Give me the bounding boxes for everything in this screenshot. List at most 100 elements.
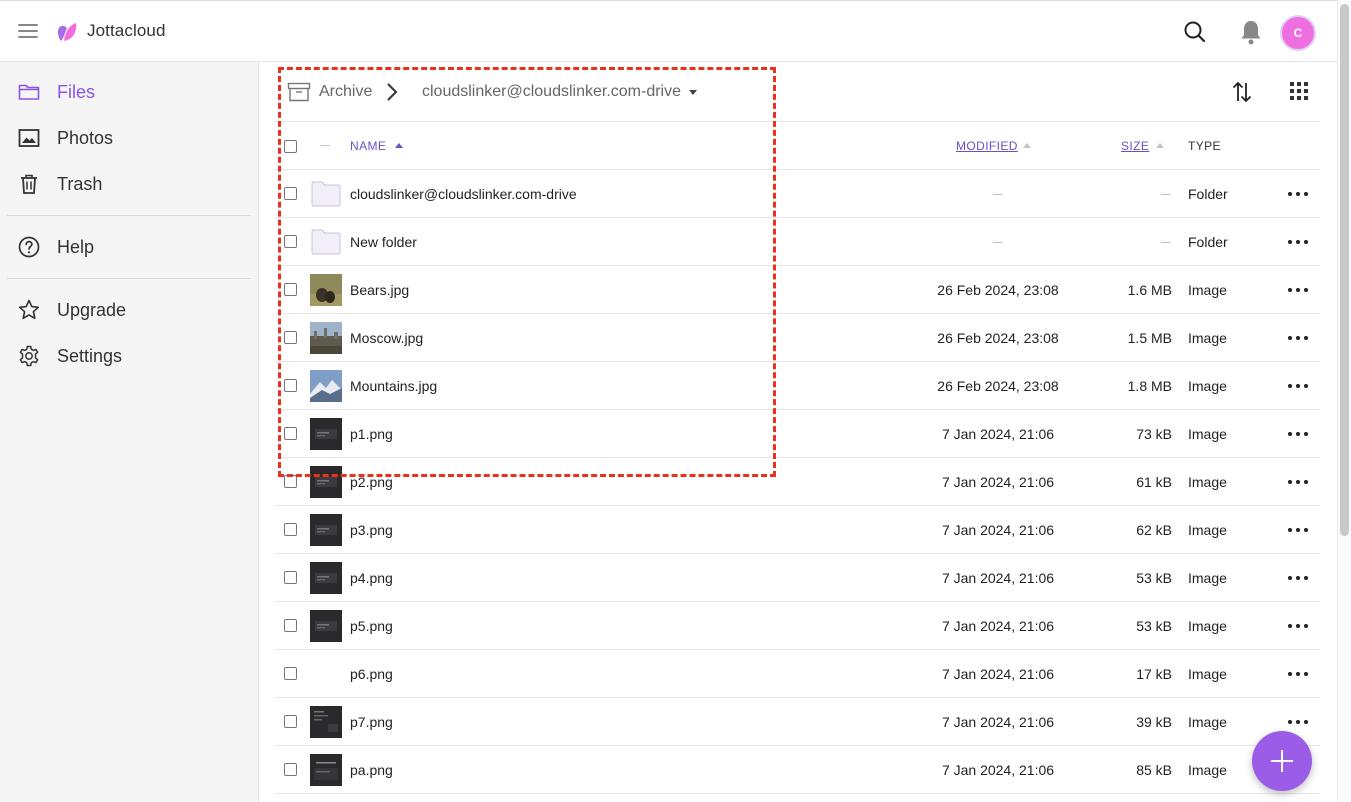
row-checkbox[interactable] [284,667,297,680]
file-type: Image [1188,426,1227,442]
row-checkbox[interactable] [284,331,297,344]
row-checkbox[interactable] [284,235,297,248]
more-options-icon[interactable] [1287,234,1309,250]
table-row[interactable]: cloudslinker@cloudslinker.com-drive Fold… [275,170,1320,218]
more-options-icon[interactable] [1287,714,1309,730]
more-options-icon[interactable] [1287,186,1309,202]
sort-icon[interactable] [1230,80,1254,104]
more-options-icon[interactable] [1287,282,1309,298]
table-row[interactable]: p5.png 7 Jan 2024, 21:06 53 kB Image [275,602,1320,650]
sidebar: Files Photos Trash Help Upgrade Settings [0,62,259,802]
row-checkbox[interactable] [284,379,297,392]
archive-icon [287,82,311,102]
table-row[interactable]: p1.png 7 Jan 2024, 21:06 73 kB Image [275,410,1320,458]
grid-view-icon[interactable] [1290,82,1310,102]
row-checkbox[interactable] [284,619,297,632]
size-empty [1161,242,1170,243]
sidebar-item-photos[interactable]: Photos [0,118,259,158]
table-row[interactable]: p6.png 7 Jan 2024, 21:06 17 kB Image [275,650,1320,698]
file-type: Image [1188,474,1227,490]
file-size: 53 kB [1136,618,1172,634]
file-modified: 7 Jan 2024, 21:06 [941,570,1055,586]
caret-down-icon[interactable] [689,90,697,95]
table-row[interactable]: pa.png 7 Jan 2024, 21:06 85 kB Image [275,746,1320,794]
more-options-icon[interactable] [1287,570,1309,586]
table-row[interactable]: Moscow.jpg 26 Feb 2024, 23:08 1.5 MB Ima… [275,314,1320,362]
file-modified: 7 Jan 2024, 21:06 [941,426,1055,442]
column-header-name[interactable]: NAME [350,139,386,153]
file-name[interactable]: pa.png [350,762,393,778]
select-all-checkbox[interactable] [284,140,297,153]
sidebar-item-settings[interactable]: Settings [0,336,259,376]
row-checkbox[interactable] [284,187,297,200]
column-header-size[interactable]: SIZE [1121,139,1149,153]
file-type: Folder [1188,234,1228,250]
file-name[interactable]: p6.png [350,666,393,682]
file-name[interactable]: Moscow.jpg [350,330,423,346]
scrollbar-thumb[interactable] [1340,4,1349,536]
file-name[interactable]: p3.png [350,522,393,538]
more-options-icon[interactable] [1287,666,1309,682]
column-header-modified[interactable]: MODIFIED [956,139,1018,153]
more-options-icon[interactable] [1287,618,1309,634]
file-size: 73 kB [1136,426,1172,442]
file-name[interactable]: p4.png [350,570,393,586]
file-name[interactable]: Bears.jpg [350,282,409,298]
bell-icon[interactable] [1238,18,1264,46]
file-name[interactable]: p5.png [350,618,393,634]
file-type: Image [1188,522,1227,538]
file-name[interactable]: p2.png [350,474,393,490]
header-dash [320,145,330,146]
sidebar-item-help[interactable]: Help [0,227,259,267]
file-size: 62 kB [1136,522,1172,538]
file-name[interactable]: p7.png [350,714,393,730]
row-checkbox[interactable] [284,571,297,584]
row-checkbox[interactable] [284,523,297,536]
file-size: 1.6 MB [1127,282,1172,298]
file-type: Image [1188,618,1227,634]
star-icon [18,299,40,320]
row-checkbox[interactable] [284,715,297,728]
screenshot-thumbnail [310,706,342,738]
table-row[interactable]: p3.png 7 Jan 2024, 21:06 62 kB Image [275,506,1320,554]
add-button[interactable] [1252,731,1312,791]
file-modified: 26 Feb 2024, 23:08 [937,330,1059,346]
more-options-icon[interactable] [1287,378,1309,394]
row-checkbox[interactable] [284,427,297,440]
more-options-icon[interactable] [1287,330,1309,346]
file-name[interactable]: Mountains.jpg [350,378,437,394]
menu-icon[interactable] [18,24,38,38]
sidebar-divider [7,215,251,216]
file-name[interactable]: p1.png [350,426,393,442]
row-checkbox[interactable] [284,763,297,776]
breadcrumb-current-folder[interactable]: cloudslinker@cloudslinker.com-drive [422,83,681,101]
help-icon [18,236,40,258]
breadcrumb: Archive cloudslinker@cloudslinker.com-dr… [275,62,1320,122]
table-row[interactable]: p2.png 7 Jan 2024, 21:06 61 kB Image [275,458,1320,506]
folder-icon [311,229,341,255]
sidebar-item-trash[interactable]: Trash [0,164,259,204]
more-options-icon[interactable] [1287,474,1309,490]
table-row[interactable]: New folder Folder [275,218,1320,266]
sidebar-item-files[interactable]: Files [0,72,259,112]
file-name[interactable]: cloudslinker@cloudslinker.com-drive [350,186,577,202]
breadcrumb-archive[interactable]: Archive [319,83,372,101]
row-checkbox[interactable] [284,283,297,296]
file-modified: 7 Jan 2024, 21:06 [941,714,1055,730]
file-modified: 7 Jan 2024, 21:06 [941,666,1055,682]
user-avatar[interactable]: C [1280,15,1316,51]
table-row[interactable]: p4.png 7 Jan 2024, 21:06 53 kB Image [275,554,1320,602]
file-name[interactable]: New folder [350,234,417,250]
row-checkbox[interactable] [284,475,297,488]
table-row[interactable]: p7.png 7 Jan 2024, 21:06 39 kB Image [275,698,1320,746]
sidebar-item-label: Photos [57,128,114,148]
more-options-icon[interactable] [1287,522,1309,538]
table-row[interactable]: Bears.jpg 26 Feb 2024, 23:08 1.6 MB Imag… [275,266,1320,314]
trash-icon [21,174,37,194]
sidebar-item-upgrade[interactable]: Upgrade [0,290,259,330]
search-icon[interactable] [1182,19,1208,45]
more-options-icon[interactable] [1287,426,1309,442]
jottacloud-logo-icon [58,23,77,41]
image-icon [18,129,40,147]
table-row[interactable]: Mountains.jpg 26 Feb 2024, 23:08 1.8 MB … [275,362,1320,410]
